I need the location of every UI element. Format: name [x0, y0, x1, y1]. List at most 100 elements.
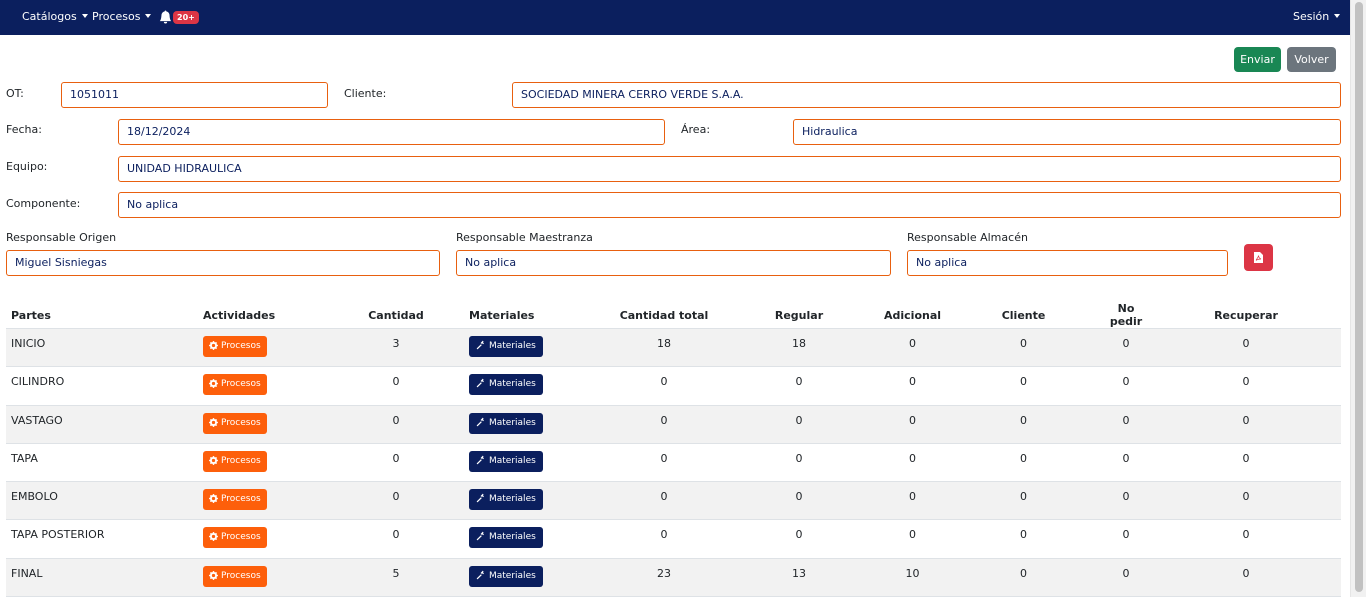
top-navbar: Catálogos Procesos 20+ Sesión [0, 0, 1350, 35]
responsable-origen-label: Responsable Origen [6, 231, 117, 244]
cell-no-pedir: 0 [1101, 328, 1152, 368]
file-pdf-icon [1254, 252, 1263, 263]
area-field[interactable]: Hidraulica [793, 119, 1341, 145]
cell-parte: FINAL [6, 558, 198, 597]
col-header-actividades: Actividades [198, 302, 328, 329]
cell-no-pedir: 0 [1101, 481, 1152, 521]
cell-materiales: Materiales [464, 519, 609, 559]
procesos-button[interactable]: Procesos [203, 565, 267, 587]
col-header-adicional: Adicional [879, 302, 947, 329]
materiales-button[interactable]: Materiales [469, 565, 543, 587]
cell-adicional: 0 [879, 481, 947, 521]
col-header-partes: Partes [6, 302, 198, 329]
cell-recuperar: 0 [1151, 405, 1341, 444]
chevron-down-icon [145, 14, 152, 18]
cell-recuperar: 0 [1151, 443, 1341, 483]
table-row: EMBOLO Procesos 0 Materiales 0 0 0 0 0 0 [6, 481, 1341, 521]
cell-actividades: Procesos [198, 481, 328, 521]
materiales-button[interactable]: Materiales [469, 412, 543, 434]
cell-cantidad-total: 23 [609, 558, 719, 597]
cell-no-pedir: 0 [1101, 558, 1152, 597]
materiales-button[interactable]: Materiales [469, 374, 543, 396]
table-row: FINAL Procesos 5 Materiales 23 13 10 0 0 0 [6, 558, 1341, 597]
cell-parte: VASTAGO [6, 405, 198, 444]
nav-catalogos-dropdown[interactable]: Catálogos [22, 10, 88, 23]
cliente-field[interactable]: SOCIEDAD MINERA CERRO VERDE S.A.A. [512, 82, 1341, 108]
cell-recuperar: 0 [1151, 481, 1341, 521]
hammer-icon [476, 378, 484, 388]
procesos-button[interactable]: Procesos [203, 450, 267, 472]
responsable-maestranza-field[interactable]: No aplica [456, 250, 891, 276]
cell-actividades: Procesos [198, 328, 328, 368]
bell-icon[interactable] [159, 10, 172, 24]
cell-materiales: Materiales [464, 366, 609, 406]
cell-cantidad-total: 0 [609, 519, 719, 559]
ot-label: OT: [6, 87, 24, 100]
equipo-label: Equipo: [6, 160, 48, 173]
materiales-button-label: Materiales [489, 341, 536, 351]
materiales-button-label: Materiales [489, 455, 536, 466]
table-row: TAPA Procesos 0 Materiales 0 0 0 0 0 0 [6, 443, 1341, 483]
procesos-button[interactable]: Procesos [203, 374, 267, 396]
cell-cliente: 0 [946, 405, 1102, 444]
procesos-button[interactable]: Procesos [203, 412, 267, 434]
responsable-almacen-field[interactable]: No aplica [907, 250, 1228, 276]
table-row: TAPA POSTERIOR Procesos 0 Materiales 0 0 0 0 0 0 [6, 519, 1341, 559]
equipo-field[interactable]: UNIDAD HIDRAULICA [118, 156, 1341, 182]
materiales-button[interactable]: Materiales [469, 527, 543, 549]
materiales-button-label: Materiales [489, 494, 536, 505]
hammer-icon [476, 493, 484, 503]
col-header-materiales: Materiales [464, 302, 609, 329]
cell-adicional: 0 [879, 366, 947, 406]
cell-adicional: 0 [879, 519, 947, 559]
area-label: Área: [681, 123, 711, 136]
nav-procesos-dropdown[interactable]: Procesos [92, 10, 152, 23]
cell-regular: 0 [719, 519, 879, 559]
procesos-button[interactable]: Procesos [203, 527, 267, 549]
cell-cantidad-total: 0 [609, 366, 719, 406]
col-header-cantidad: Cantidad [328, 302, 464, 329]
procesos-button[interactable]: Procesos [203, 489, 267, 511]
componente-field[interactable]: No aplica [118, 192, 1341, 218]
scrollbar-thumb[interactable] [1355, 2, 1363, 592]
procesos-button-label: Procesos [221, 417, 261, 428]
page-scrollbar[interactable] [1350, 0, 1366, 597]
cell-cantidad: 0 [328, 405, 464, 444]
notification-count-badge: 20+ [173, 11, 199, 24]
nav-sesion-dropdown[interactable]: Sesión [1293, 10, 1341, 23]
cell-no-pedir: 0 [1101, 519, 1152, 559]
procesos-button[interactable]: Procesos [203, 336, 267, 357]
procesos-button-label: Procesos [221, 494, 261, 505]
cell-cantidad-total: 0 [609, 481, 719, 521]
materiales-button[interactable]: Materiales [469, 489, 543, 511]
cell-adicional: 10 [879, 558, 947, 597]
cell-parte: EMBOLO [6, 481, 198, 521]
ot-field[interactable]: 1051011 [61, 82, 328, 108]
nav-procesos-label: Procesos [92, 10, 141, 23]
cell-recuperar: 0 [1151, 519, 1341, 559]
cell-cantidad: 0 [328, 481, 464, 521]
table-row: INICIO Procesos 3 Materiales 18 18 0 0 0 0 [6, 328, 1341, 368]
cell-actividades: Procesos [198, 443, 328, 483]
responsable-origen-field[interactable]: Miguel Sisniegas [6, 250, 440, 276]
gear-icon [208, 417, 219, 427]
cell-cliente: 0 [946, 519, 1102, 559]
cell-parte: CILINDRO [6, 366, 198, 406]
fecha-field[interactable]: 18/12/2024 [118, 119, 665, 145]
volver-button[interactable]: Volver [1287, 47, 1336, 72]
cell-actividades: Procesos [198, 405, 328, 444]
componente-label: Componente: [6, 197, 81, 210]
pdf-export-button[interactable] [1244, 244, 1273, 271]
fecha-label: Fecha: [6, 123, 42, 136]
cell-parte: TAPA POSTERIOR [6, 519, 198, 559]
cell-adicional: 0 [879, 443, 947, 483]
enviar-button[interactable]: Enviar [1234, 47, 1281, 72]
materiales-button[interactable]: Materiales [469, 450, 543, 472]
col-header-no-pedir: No pedir [1101, 302, 1152, 329]
materiales-button[interactable]: Materiales [469, 336, 543, 357]
hammer-icon [476, 570, 484, 580]
cell-cantidad: 0 [328, 519, 464, 559]
cell-cantidad: 0 [328, 366, 464, 406]
cell-no-pedir: 0 [1101, 443, 1152, 483]
cell-cliente: 0 [946, 558, 1102, 597]
